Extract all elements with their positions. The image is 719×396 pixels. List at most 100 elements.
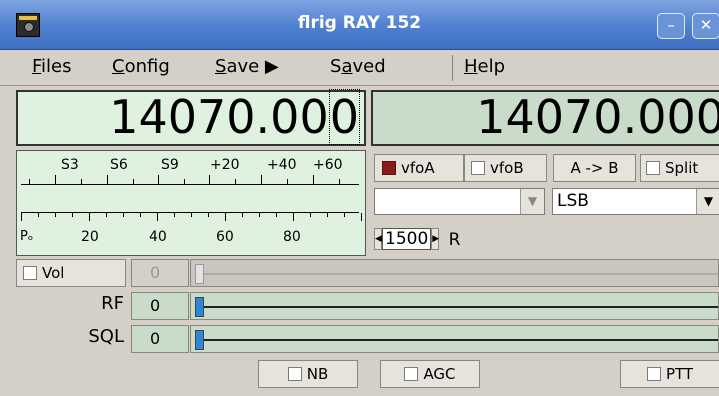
menu-config-mnemonic: C [112,56,125,77]
power-tick [140,213,141,217]
power-tick [123,213,124,217]
smeter-tick [133,179,134,184]
nb-button[interactable]: NB [258,360,358,388]
ptt-button[interactable]: PTT [620,360,719,388]
menu-saved-mnemonic: a [341,56,353,77]
filter-spinner[interactable]: ◀ 1500 ▶ R [374,228,460,254]
menu-files[interactable]: Files [32,54,72,80]
menu-config-label: onfig [124,56,170,77]
menu-config[interactable]: Config [112,54,170,80]
power-tick [259,213,260,217]
agc-label: AGC [423,365,456,383]
power-label-40: 40 [149,229,167,245]
power-label-60: 60 [216,229,234,245]
smeter-label-s6: S6 [110,157,128,173]
power-tick [72,213,73,217]
filter-value[interactable]: 1500 [382,228,432,250]
split-button[interactable]: Split [640,154,719,182]
power-tick [157,213,158,221]
smeter-label-plus40: +40 [267,157,297,173]
rf-label: RF [101,293,124,314]
power-tick [293,213,294,221]
smeter-label-plus60: +60 [313,157,343,173]
agc-button[interactable]: AGC [380,360,480,388]
vfoa-button[interactable]: vfoA [374,154,464,182]
sql-label: SQL [88,326,124,347]
a-to-b-button[interactable]: A -> B [553,154,636,182]
rf-slider-track [201,306,718,308]
vfo-a-frequency-display[interactable]: 14070.000 [16,89,366,146]
menu-help-label: elp [477,56,506,77]
power-tick [276,213,277,217]
power-tick [38,213,39,217]
vol-label: Vol [42,264,65,282]
title-bar[interactable]: flrig RAY 152 – ✕ [0,0,719,50]
rf-slider[interactable] [190,292,719,320]
nb-checkbox [287,367,302,381]
smeter-tick [209,175,210,184]
menu-saved-prefix: S [330,56,342,77]
menu-bar: Files Config Save ▶ Saved Help [0,50,719,86]
minimize-button[interactable]: – [657,13,685,39]
vfo-a-frequency: 14070.00 [109,90,329,144]
smeter-label-s3: S3 [61,157,79,173]
vol-slider[interactable] [190,259,719,287]
smeter-label-s9: S9 [161,157,179,173]
smeter-tick [339,179,340,184]
vfo-b-frequency-display[interactable]: 14070.000 [371,90,719,146]
power-tick [225,213,226,221]
power-label-80: 80 [283,229,301,245]
power-tick [361,213,362,221]
power-tick [55,213,56,217]
menu-help[interactable]: Help [464,54,505,80]
ptt-label: PTT [665,365,694,383]
power-tick [344,213,345,217]
menu-separator [452,55,453,81]
smeter-tick [107,175,108,184]
minimize-icon: – [667,16,675,34]
rf-slider-thumb[interactable] [195,297,204,317]
sql-slider[interactable] [190,325,719,353]
menu-saved[interactable]: Saved [330,54,386,80]
vol-checkbox [23,266,37,280]
vfob-label: vfoB [490,159,524,177]
power-tick [191,213,192,217]
split-checkbox [646,161,660,175]
vol-slider-track [201,273,718,275]
menu-saved-label: ved [352,56,386,77]
power-scale [21,212,362,221]
menu-files-label: iles [41,56,72,77]
chevron-down-icon[interactable]: ▼ [520,189,544,214]
smeter-tick [55,175,56,184]
smeter-tick [261,175,262,184]
sql-slider-thumb[interactable] [195,330,204,350]
power-tick [174,213,175,217]
a-to-b-label: A -> B [570,159,619,177]
power-tick [89,213,90,221]
vol-slider-thumb[interactable] [195,264,204,284]
chevron-down-icon[interactable]: ▼ [696,189,719,214]
smeter-scale [21,175,359,185]
vfob-button[interactable]: vfoB [464,154,547,182]
bandwidth-select[interactable]: ▼ [374,188,545,215]
smeter-tick [235,179,236,184]
window-title: flrig RAY 152 [297,13,422,33]
smeter-tick [313,175,314,184]
vfo-b-frequency: 14070.000 [476,90,719,144]
power-prefix: Pₒ [20,229,34,244]
smeter-tick [81,179,82,184]
power-tick [242,213,243,217]
vol-button[interactable]: Vol [16,259,126,287]
vfob-indicator [471,161,485,175]
vfo-a-selected-digit[interactable]: 0 [328,89,360,145]
increment-arrow-icon[interactable]: ▶ [431,228,440,250]
split-label: Split [665,159,699,177]
close-button[interactable]: ✕ [692,13,719,39]
mode-select[interactable]: LSB ▼ [552,188,719,215]
smeter-tick [287,179,288,184]
vol-value: 0 [131,259,189,287]
menu-save[interactable]: Save ▶ [215,54,279,80]
vfoa-indicator [382,161,396,175]
power-tick [21,213,22,221]
decrement-arrow-icon[interactable]: ◀ [374,228,382,250]
